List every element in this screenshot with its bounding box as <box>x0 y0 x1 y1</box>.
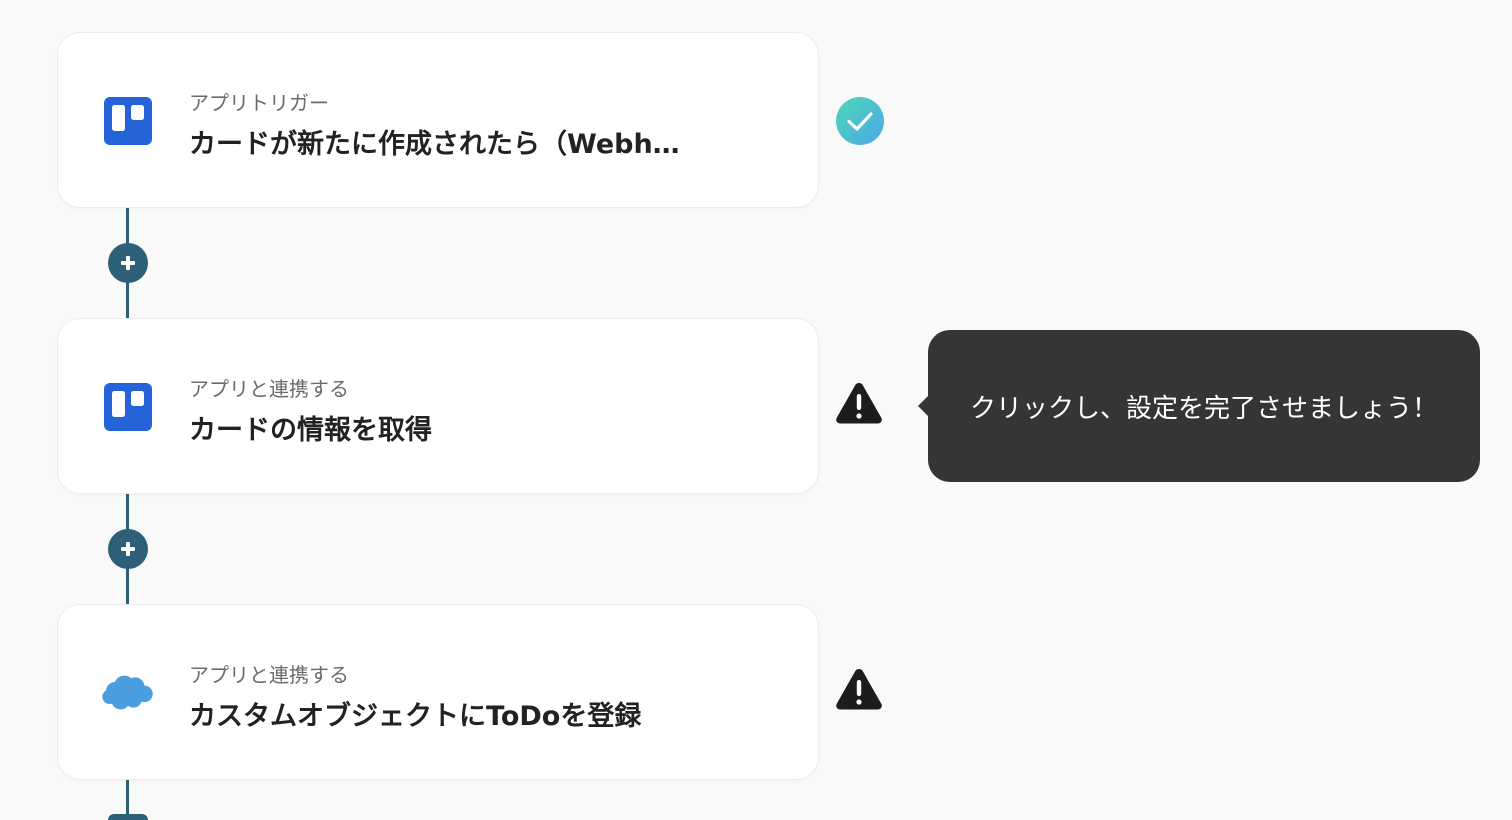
add-step-button[interactable] <box>108 243 148 283</box>
step-kind-label: アプリと連携する <box>189 663 349 687</box>
step-title: カードの情報を取得 <box>189 415 432 446</box>
warning-icon <box>836 383 882 424</box>
add-step-button[interactable] <box>108 529 148 569</box>
workflow-canvas: アプリトリガー カードが新たに作成されたら（Webh… アプリと連携する カード… <box>0 0 1512 820</box>
step-card-get-card-info[interactable]: アプリと連携する カードの情報を取得 <box>58 319 818 493</box>
step-kind-label: アプリトリガー <box>189 91 329 115</box>
setup-tooltip: クリックし、設定を完了させましょう！ <box>918 330 1480 482</box>
step-title: カードが新たに作成されたら（Webh… <box>189 129 680 160</box>
step-kind-label: アプリと連携する <box>189 377 349 401</box>
trello-icon <box>104 97 152 145</box>
salesforce-icon <box>102 675 153 710</box>
trello-icon <box>104 383 152 431</box>
step-title: カスタムオブジェクトにToDoを登録 <box>189 701 642 732</box>
step-card-trigger[interactable]: アプリトリガー カードが新たに作成されたら（Webh… <box>58 33 818 207</box>
step-card-register-todo[interactable]: アプリと連携する カスタムオブジェクトにToDoを登録 <box>58 605 818 779</box>
plus-icon <box>121 542 135 556</box>
tooltip-text: クリックし、設定を完了させましょう！ <box>969 393 1438 424</box>
add-step-button[interactable] <box>108 814 148 820</box>
warning-icon <box>836 669 882 710</box>
check-circle-icon <box>836 97 884 145</box>
plus-icon <box>121 256 135 270</box>
